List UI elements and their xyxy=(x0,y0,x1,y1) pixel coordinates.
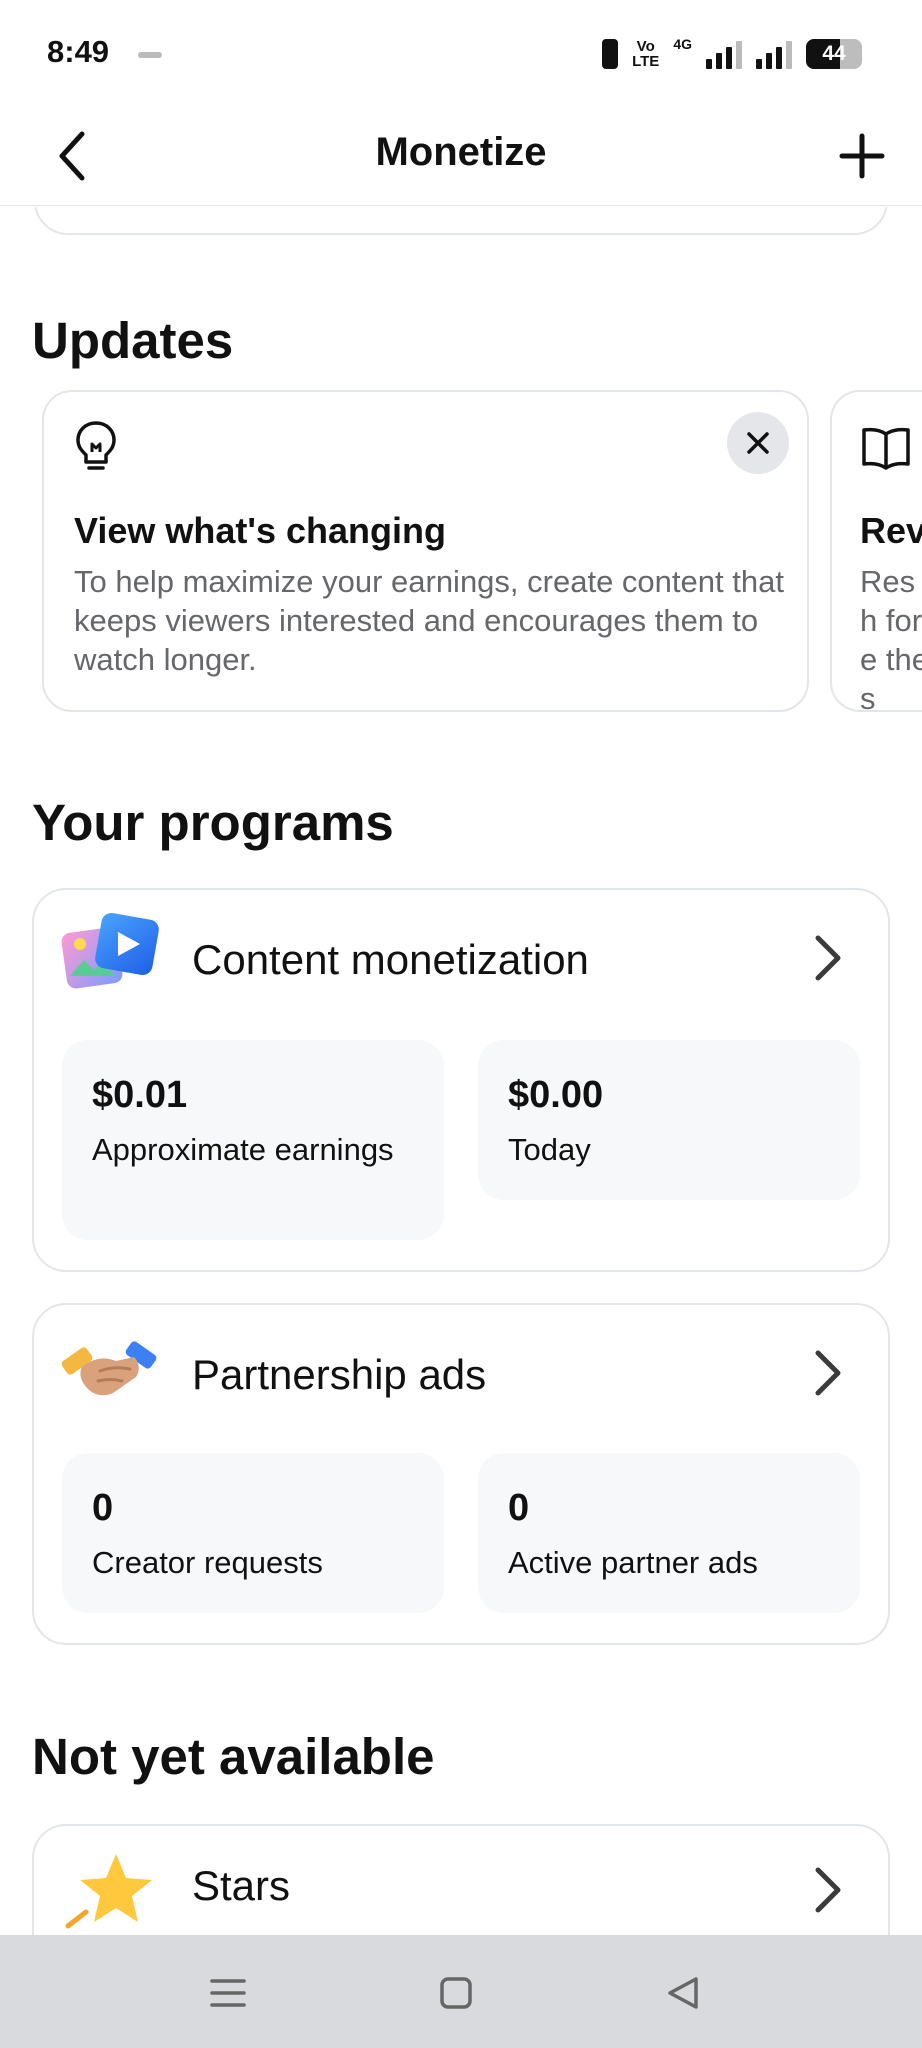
update-title: Rev xyxy=(860,510,922,551)
program-card-partnership-ads[interactable]: Partnership ads 0 Creator requests 0 Act… xyxy=(32,1303,890,1645)
previous-card-edge xyxy=(34,207,888,235)
stat-active-partner-ads: 0 Active partner ads xyxy=(478,1453,860,1613)
chevron-right-icon xyxy=(808,1345,848,1401)
menu-icon xyxy=(210,1979,246,2007)
stat-value: 0 xyxy=(508,1487,530,1529)
signal-icon-2 xyxy=(756,39,792,69)
plus-icon xyxy=(839,133,885,179)
app-header: Monetize xyxy=(0,108,922,206)
scroll-content[interactable]: Updates View what's changing To help max… xyxy=(0,207,922,1935)
signal-icon-1 xyxy=(706,39,742,69)
back-triangle-icon xyxy=(668,1977,698,2009)
stat-approximate-earnings: $0.01 Approximate earnings xyxy=(62,1040,444,1240)
update-card[interactable]: View what's changing To help maximize yo… xyxy=(42,390,809,712)
photo-video-icon xyxy=(60,912,160,996)
updates-heading: Updates xyxy=(32,312,234,369)
program-card-content-monetization[interactable]: Content monetization $0.01 Approximate e… xyxy=(32,888,890,1272)
recents-button[interactable] xyxy=(200,1965,256,2021)
book-icon xyxy=(860,426,912,470)
nav-back-button[interactable] xyxy=(656,1965,712,2021)
program-card-stars[interactable]: Stars xyxy=(32,1824,890,1935)
volte-top-text: Vo xyxy=(636,38,655,55)
chevron-right-icon xyxy=(808,1862,848,1918)
battery-icon: 44 xyxy=(806,39,862,69)
system-nav-bar xyxy=(0,1935,922,2048)
handshake-icon xyxy=(60,1327,160,1411)
vibrate-icon xyxy=(602,39,619,69)
stat-value: 0 xyxy=(92,1487,114,1529)
battery-level: 44 xyxy=(822,42,846,65)
program-title: Stars xyxy=(192,1862,291,1909)
program-title: Partnership ads xyxy=(192,1351,487,1398)
close-icon xyxy=(747,432,769,454)
chevron-right-icon xyxy=(808,930,848,986)
network-type: 4G xyxy=(673,36,692,52)
stat-today: $0.00 Today xyxy=(478,1040,860,1200)
add-button[interactable] xyxy=(830,126,894,186)
notification-dots-icon xyxy=(138,52,162,58)
stat-value: $0.01 xyxy=(92,1074,188,1116)
home-square-icon xyxy=(440,1977,472,2009)
home-button[interactable] xyxy=(428,1965,484,2021)
star-icon xyxy=(60,1848,160,1932)
update-title: View what's changing xyxy=(74,510,446,551)
update-card[interactable]: Rev Resh for e thes xyxy=(830,390,922,712)
stat-label: Today xyxy=(508,1132,591,1167)
stat-value: $0.00 xyxy=(508,1074,604,1116)
not-available-heading: Not yet available xyxy=(32,1728,435,1785)
stat-label: Active partner ads xyxy=(508,1545,758,1580)
page-title: Monetize xyxy=(375,130,547,174)
stat-label: Approximate earnings xyxy=(92,1132,394,1167)
update-body: Resh for e thes xyxy=(860,564,922,712)
volte-indicator: Vo LTE xyxy=(632,39,659,69)
stat-label: Creator requests xyxy=(92,1545,323,1580)
programs-heading: Your programs xyxy=(32,794,394,851)
lightbulb-icon xyxy=(74,420,118,472)
volte-bottom-text: LTE xyxy=(632,53,660,70)
stat-creator-requests: 0 Creator requests xyxy=(62,1453,444,1613)
status-bar: 8:49 Vo LTE 4G 44 xyxy=(0,0,922,108)
status-time: 8:49 xyxy=(47,34,110,69)
dismiss-update-button[interactable] xyxy=(727,412,789,474)
status-icons: Vo LTE 4G 44 xyxy=(602,34,862,74)
program-title: Content monetization xyxy=(192,936,589,983)
update-body: To help maximize your earnings, create c… xyxy=(74,564,784,677)
